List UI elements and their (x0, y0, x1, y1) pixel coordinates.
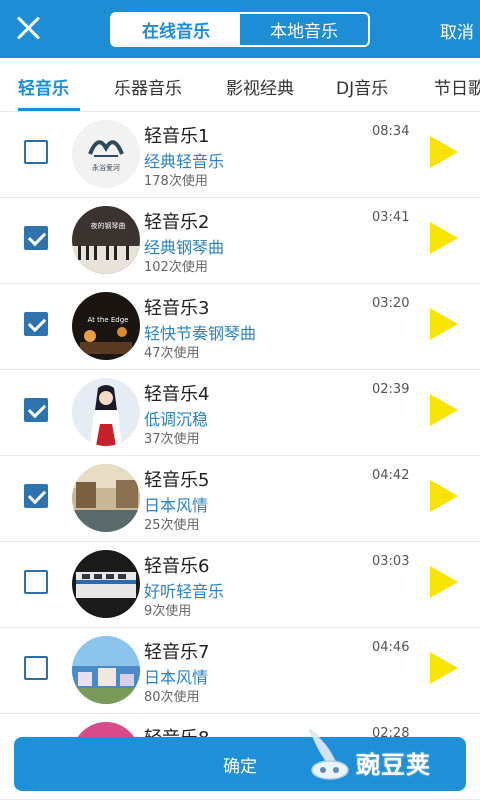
album-cover: 夜的钢琴曲 (72, 206, 140, 274)
play-icon[interactable] (430, 308, 458, 340)
album-cover (72, 464, 140, 532)
play-icon[interactable] (430, 652, 458, 684)
list-item[interactable]: 轻音乐6 好听轻音乐 9次使用 03:03 (0, 542, 480, 628)
source-segmented-control: 在线音乐 本地音乐 (110, 12, 370, 47)
watermark-text: 豌豆荚 (356, 751, 431, 779)
song-subtitle: 日本风情 (144, 496, 209, 515)
list-item[interactable]: 轻音乐4 低调沉稳 37次使用 02:39 (0, 370, 480, 456)
tab-film-classics[interactable]: 影视经典 (226, 74, 294, 99)
song-subtitle: 好听轻音乐 (144, 582, 225, 601)
use-count: 37次使用 (144, 432, 200, 447)
list-item[interactable]: 轻音乐7 日本风情 80次使用 04:46 (0, 628, 480, 714)
album-cover: 永浴爱河 (72, 120, 140, 188)
use-count: 25次使用 (144, 518, 200, 533)
play-icon[interactable] (430, 394, 458, 426)
song-title: 轻音乐2 (144, 212, 210, 233)
play-icon[interactable] (430, 566, 458, 598)
song-title: 轻音乐4 (144, 384, 210, 405)
list-item[interactable]: 夜的钢琴曲 轻音乐2 经典钢琴曲 102次使用 03:41 (0, 198, 480, 284)
top-bar: 在线音乐 本地音乐 取消 (0, 0, 480, 58)
select-checkbox[interactable] (24, 140, 48, 164)
song-subtitle: 日本风情 (144, 668, 209, 687)
play-icon[interactable] (430, 480, 458, 512)
cover-text: At the Edge (88, 316, 129, 324)
song-duration: 04:42 (372, 468, 410, 483)
song-list: 永浴爱河 轻音乐1 经典轻音乐 178次使用 08:34 夜的钢琴曲 轻音乐2 … (0, 112, 480, 800)
song-duration: 04:46 (372, 640, 410, 655)
active-tab-indicator (18, 108, 80, 111)
list-item[interactable]: 轻音乐5 日本风情 25次使用 04:42 (0, 456, 480, 542)
song-duration: 08:34 (372, 124, 410, 139)
use-count: 102次使用 (144, 260, 208, 275)
song-title: 轻音乐7 (144, 642, 210, 663)
tab-light-music[interactable]: 轻音乐 (18, 74, 69, 99)
tab-dj-music[interactable]: DJ音乐 (336, 74, 388, 99)
song-duration: 03:20 (372, 296, 410, 311)
play-icon[interactable] (430, 222, 458, 254)
song-duration: 03:03 (372, 554, 410, 569)
album-cover: At the Edge (72, 292, 140, 360)
select-checkbox[interactable] (24, 484, 48, 508)
song-title: 轻音乐5 (144, 470, 210, 491)
song-duration: 02:39 (372, 382, 410, 397)
album-cover (72, 636, 140, 704)
cancel-button[interactable]: 取消 (440, 18, 474, 43)
tab-online-music[interactable]: 在线音乐 (112, 14, 240, 45)
tab-festival-songs[interactable]: 节日歌 (434, 74, 480, 99)
song-title: 轻音乐3 (144, 298, 210, 319)
song-subtitle: 轻快节奏钢琴曲 (144, 324, 257, 343)
tab-local-music[interactable]: 本地音乐 (240, 14, 368, 45)
album-cover (72, 378, 140, 446)
song-subtitle: 经典轻音乐 (144, 152, 225, 171)
song-duration: 03:41 (372, 210, 410, 225)
select-checkbox[interactable] (24, 226, 48, 250)
select-checkbox[interactable] (24, 398, 48, 422)
song-subtitle: 经典钢琴曲 (144, 238, 225, 257)
song-subtitle: 低调沉稳 (144, 410, 209, 429)
cover-text: 永浴爱河 (92, 163, 120, 172)
song-title: 轻音乐1 (144, 126, 210, 147)
category-tabs: 轻音乐 乐器音乐 影视经典 DJ音乐 节日歌 (0, 58, 480, 112)
select-checkbox[interactable] (24, 312, 48, 336)
play-icon[interactable] (430, 136, 458, 168)
use-count: 47次使用 (144, 346, 200, 361)
cover-text: 夜的钢琴曲 (91, 221, 126, 230)
use-count: 178次使用 (144, 174, 208, 189)
use-count: 9次使用 (144, 604, 192, 619)
select-checkbox[interactable] (24, 570, 48, 594)
album-cover (72, 550, 140, 618)
list-item[interactable]: 永浴爱河 轻音乐1 经典轻音乐 178次使用 08:34 (0, 112, 480, 198)
list-item[interactable]: At the Edge 轻音乐3 轻快节奏钢琴曲 47次使用 03:20 (0, 284, 480, 370)
song-title: 轻音乐6 (144, 556, 210, 577)
select-checkbox[interactable] (24, 656, 48, 680)
close-icon[interactable] (14, 14, 42, 42)
tab-instrumental[interactable]: 乐器音乐 (114, 74, 182, 99)
use-count: 80次使用 (144, 690, 200, 705)
